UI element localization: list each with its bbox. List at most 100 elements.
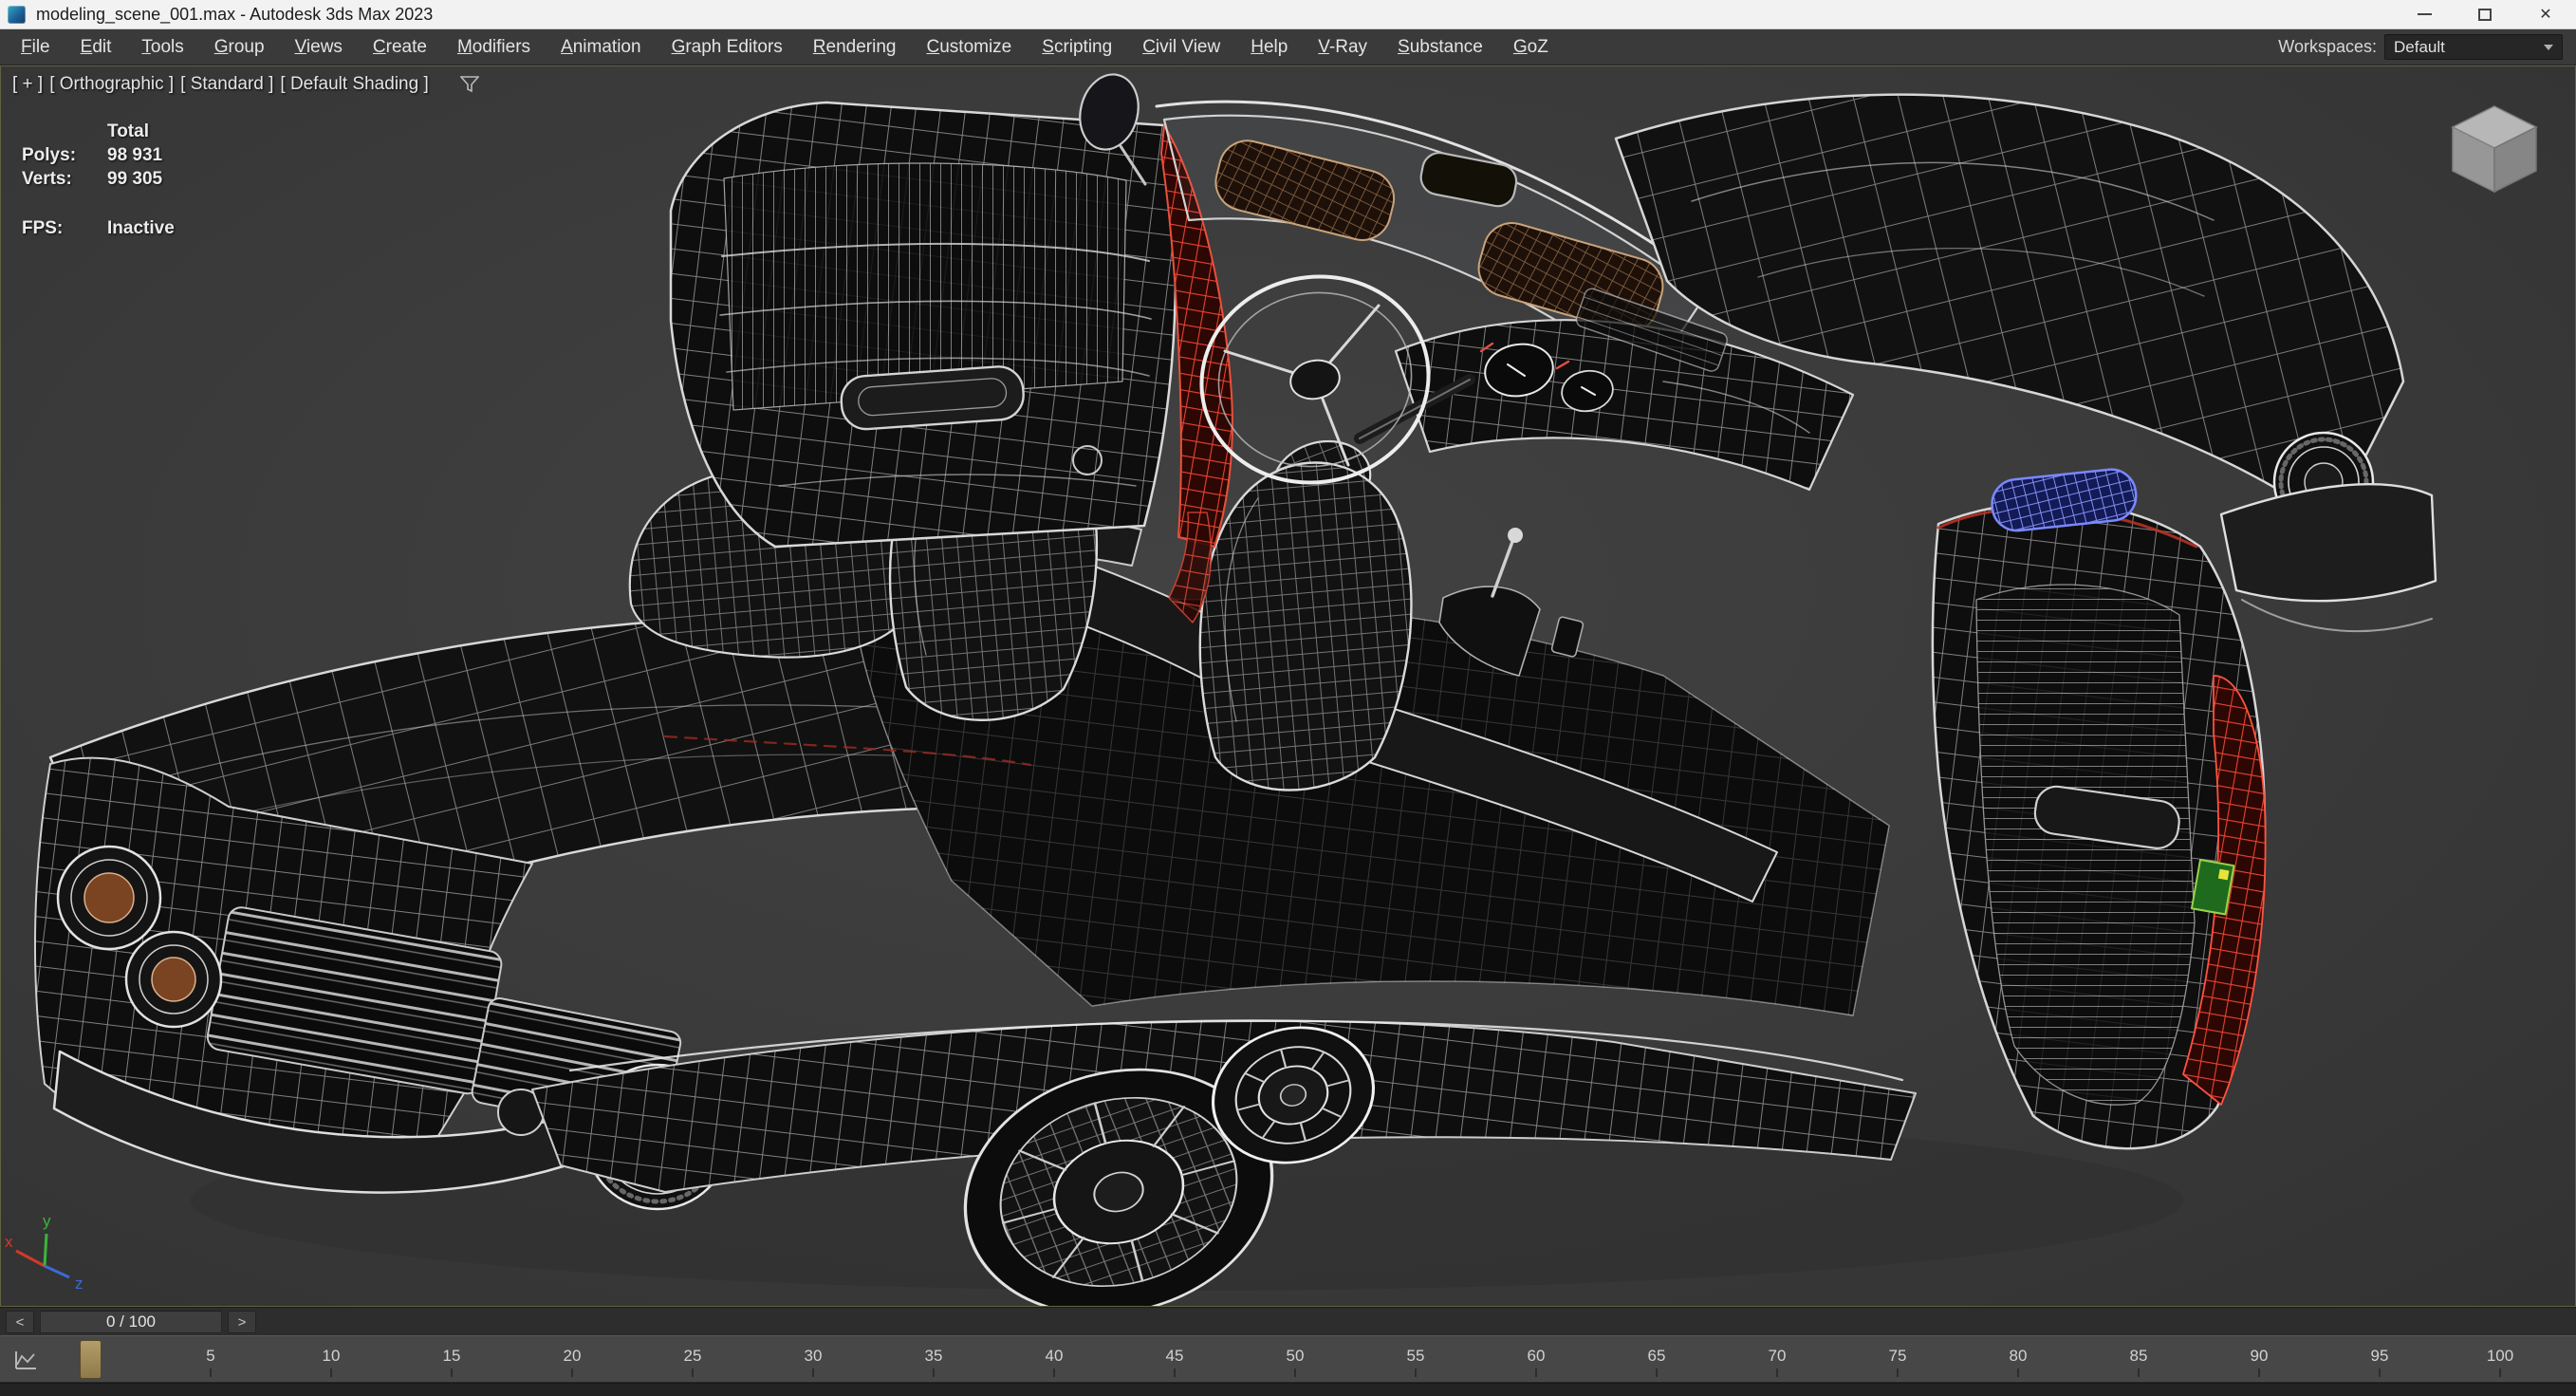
close-button[interactable]: ✕ (2515, 0, 2576, 28)
menu-item[interactable]: V-Ray (1303, 29, 1382, 65)
viewport-canvas[interactable]: x y z (1, 66, 2576, 1307)
menu-item[interactable]: Customize (911, 29, 1027, 65)
menu-item[interactable]: Help (1235, 29, 1303, 65)
viewport[interactable]: x y z [ + ] [ Orthographic ] [ Standard … (0, 65, 2576, 1307)
timeline-bar: < 0 / 100 > (0, 1307, 2576, 1335)
title-bar: modeling_scene_001.max - Autodesk 3ds Ma… (0, 0, 2576, 29)
workspace-value: Default (2394, 38, 2445, 57)
ruler-tick[interactable]: 60 (1498, 1336, 1574, 1384)
viewport-label: [ + ] [ Orthographic ] [ Standard ] [ De… (12, 74, 479, 95)
stats-fps-value: Inactive (107, 216, 175, 240)
ruler-tick[interactable]: 30 (775, 1336, 851, 1384)
statistics-overlay: Total Polys: 98 931 Verts: 99 305 FPS: I… (22, 120, 175, 240)
menu-item[interactable]: Rendering (798, 29, 912, 65)
axis-tripod-icon: x y z (5, 1212, 83, 1293)
tick-mark (2138, 1368, 2140, 1377)
menu-item[interactable]: Modifiers (442, 29, 546, 65)
menu-item[interactable]: Animation (546, 29, 657, 65)
status-strip (0, 1383, 2576, 1396)
ruler-tick[interactable]: 85 (2101, 1336, 2177, 1384)
ruler-tick[interactable]: 55 (1378, 1336, 1454, 1384)
chevron-down-icon (2544, 45, 2553, 50)
stats-total-header: Total (107, 120, 149, 143)
ruler-tick[interactable]: 35 (896, 1336, 972, 1384)
workspaces-label: Workspaces: (2278, 37, 2377, 57)
tick-mark (2379, 1368, 2381, 1377)
menu-item[interactable]: GoZ (1498, 29, 1564, 65)
ruler-tick[interactable]: 75 (1860, 1336, 1936, 1384)
stats-polys-label: Polys: (22, 143, 107, 167)
mini-curve-editor-button[interactable] (8, 1344, 44, 1376)
menu-item[interactable]: Scripting (1027, 29, 1127, 65)
tail-light (58, 847, 160, 949)
ruler-tick[interactable]: 40 (1016, 1336, 1092, 1384)
menu-bar: File Edit Tools Group Views Create Modif… (0, 29, 2576, 65)
time-slider-handle[interactable] (80, 1340, 102, 1379)
ruler-tick[interactable]: 90 (2221, 1336, 2297, 1384)
ruler-tick[interactable]: 10 (293, 1336, 369, 1384)
menu-item[interactable]: Edit (65, 29, 127, 65)
ruler-tick[interactable]: 25 (655, 1336, 731, 1384)
menu-item[interactable]: Civil View (1127, 29, 1235, 65)
ruler-tick[interactable]: 95 (2342, 1336, 2418, 1384)
tick-mark (2017, 1368, 2019, 1377)
tick-mark (2258, 1368, 2260, 1377)
tick-mark (692, 1368, 694, 1377)
tick-mark (1174, 1368, 1176, 1377)
tick-mark (1535, 1368, 1537, 1377)
tick-mark (1897, 1368, 1899, 1377)
maximize-button[interactable] (2455, 0, 2515, 28)
ruler-tick[interactable]: 100 (2462, 1336, 2538, 1384)
minimize-icon (2418, 13, 2432, 15)
app-icon (8, 6, 26, 24)
viewport-menu-shading[interactable]: [ Default Shading ] (280, 74, 428, 95)
tick-mark (210, 1368, 212, 1377)
viewcube[interactable] (2453, 106, 2536, 192)
tail-light (126, 932, 221, 1027)
ruler-tick[interactable]: 65 (1619, 1336, 1695, 1384)
frame-counter[interactable]: 0 / 100 (40, 1311, 222, 1333)
minimize-button[interactable] (2394, 0, 2455, 28)
menu-items: File Edit Tools Group Views Create Modif… (6, 29, 1564, 65)
ruler-tick[interactable]: 45 (1137, 1336, 1213, 1384)
menu-item[interactable]: Substance (1382, 29, 1498, 65)
menu-item[interactable]: Create (358, 29, 442, 65)
menu-item[interactable]: Tools (126, 29, 198, 65)
previous-frame-button[interactable]: < (6, 1311, 34, 1333)
open-door-left (671, 102, 1176, 547)
viewport-menu-general[interactable]: [ + ] (12, 74, 43, 95)
maximize-icon (2478, 9, 2492, 21)
door-sticker (2192, 860, 2233, 914)
tick-mark (1656, 1368, 1658, 1377)
tick-mark (1776, 1368, 1778, 1377)
front-bumper (2221, 484, 2436, 601)
viewport-menu-renderer[interactable]: [ Standard ] (180, 74, 273, 95)
wireframe-car-model[interactable] (35, 68, 2436, 1307)
viewport-menu-pov[interactable]: [ Orthographic ] (49, 74, 174, 95)
ruler-tick[interactable]: 50 (1257, 1336, 1333, 1384)
stats-polys-value: 98 931 (107, 143, 162, 167)
next-frame-button[interactable]: > (228, 1311, 256, 1333)
ruler-tick[interactable]: 80 (1980, 1336, 2056, 1384)
tick-mark (2499, 1368, 2501, 1377)
open-door-right (1933, 502, 2266, 1148)
stats-spacer (22, 120, 107, 143)
filter-icon[interactable] (460, 76, 479, 93)
menu-item[interactable]: File (6, 29, 65, 65)
workspaces-dropdown[interactable]: Default (2384, 34, 2563, 60)
axis-y-label: y (43, 1212, 51, 1230)
tick-mark (451, 1368, 453, 1377)
ruler-tick[interactable]: 20 (534, 1336, 610, 1384)
tick-mark (1415, 1368, 1417, 1377)
ruler-tick[interactable]: 5 (173, 1336, 249, 1384)
stats-verts-value: 99 305 (107, 167, 162, 191)
tick-mark (812, 1368, 814, 1377)
menu-item[interactable]: Group (199, 29, 280, 65)
menu-item[interactable]: Graph Editors (657, 29, 798, 65)
ruler-tick[interactable]: 70 (1739, 1336, 1815, 1384)
track-bar[interactable]: 5 10 15 20 25 (0, 1335, 2576, 1383)
ruler-tick[interactable]: 15 (414, 1336, 490, 1384)
close-icon: ✕ (2539, 5, 2551, 24)
axis-x-label: x (5, 1233, 13, 1251)
menu-item[interactable]: Views (280, 29, 358, 65)
